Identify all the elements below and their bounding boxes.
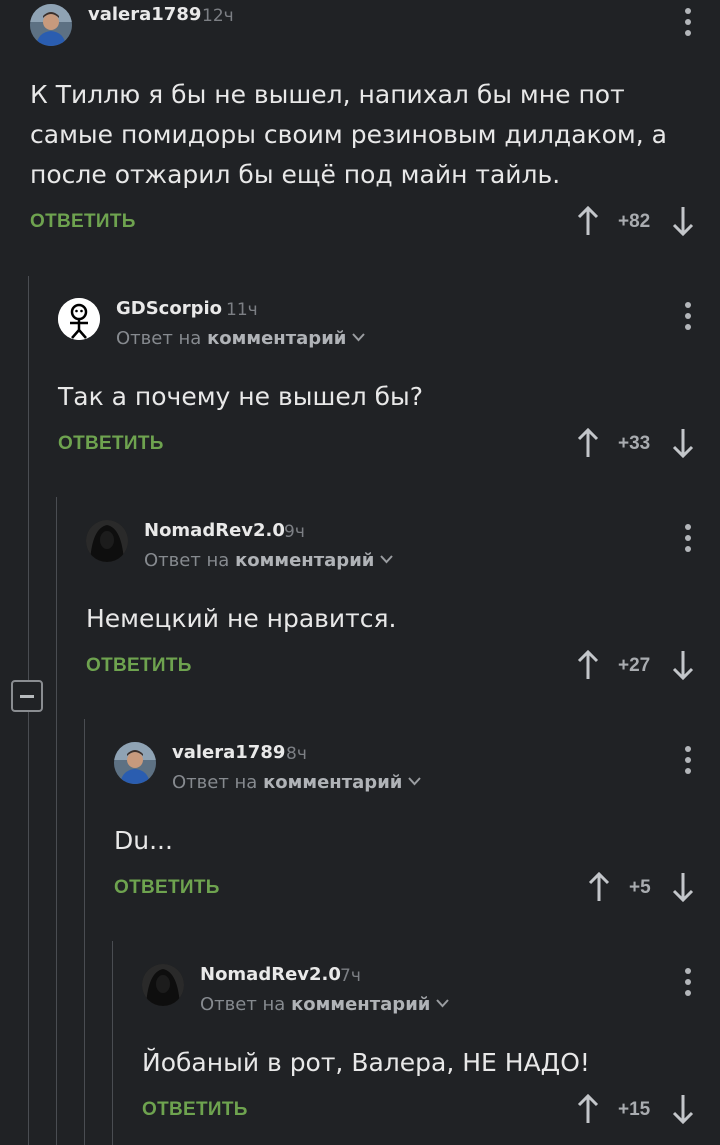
- rating: +15: [618, 1099, 651, 1120]
- arrow-up-icon[interactable]: [575, 649, 601, 681]
- reply-to-target: комментарий: [235, 550, 375, 571]
- timestamp: 11ч: [226, 300, 258, 320]
- more-options-icon[interactable]: [684, 968, 692, 998]
- chevron-down-icon: [380, 555, 394, 564]
- comment-text: Йобаный в рот, Валера, НЕ НАДО!: [142, 1048, 590, 1077]
- reply-to-link[interactable]: Ответ на комментарий: [200, 994, 450, 1015]
- reply-to-target: комментарий: [207, 328, 347, 349]
- avatar[interactable]: [142, 964, 184, 1006]
- comment: valera1789 12ч К Тиллю я бы не вышел, на…: [30, 2, 720, 252]
- arrow-up-icon[interactable]: [575, 205, 601, 237]
- comment: GDScorpio 11ч Ответ на комментарий Так а…: [58, 296, 720, 476]
- reply-to-prefix: Ответ на: [116, 328, 202, 349]
- reply-button[interactable]: ОТВЕТИТЬ: [142, 1099, 248, 1121]
- avatar[interactable]: [86, 520, 128, 562]
- comment-header: valera1789 12ч: [30, 2, 720, 46]
- reply-button[interactable]: ОТВЕТИТЬ: [30, 211, 136, 233]
- reply-to-link[interactable]: Ответ на комментарий: [144, 550, 394, 571]
- comment: valera1789 8ч Ответ на комментарий Du...…: [114, 740, 720, 920]
- thread-line-level-3: [84, 719, 85, 1145]
- chevron-down-icon: [436, 999, 450, 1008]
- more-options-icon[interactable]: [684, 524, 692, 554]
- reply-to-prefix: Ответ на: [144, 550, 230, 571]
- collapse-thread-button[interactable]: [11, 680, 43, 712]
- username[interactable]: NomadRev2.0: [144, 520, 285, 541]
- chevron-down-icon: [352, 333, 366, 342]
- timestamp: 7ч: [340, 966, 361, 986]
- comment: NomadRev2.0 9ч Ответ на комментарий Неме…: [86, 518, 720, 698]
- rating: +5: [629, 877, 651, 898]
- thread-line-level-2: [56, 497, 57, 1145]
- timestamp: 12ч: [202, 6, 234, 26]
- avatar[interactable]: [114, 742, 156, 784]
- minus-icon: [20, 695, 34, 698]
- reply-button[interactable]: ОТВЕТИТЬ: [114, 877, 220, 899]
- arrow-up-icon[interactable]: [575, 1093, 601, 1125]
- reply-button[interactable]: ОТВЕТИТЬ: [58, 433, 164, 455]
- thread-line-level-4: [112, 941, 113, 1145]
- reply-to-link[interactable]: Ответ на комментарий: [172, 772, 422, 793]
- comment: NomadRev2.0 7ч Ответ на комментарий Йоба…: [142, 962, 720, 1142]
- comment-text: К Тиллю я бы не вышел, напихал бы мне по…: [30, 80, 667, 189]
- avatar[interactable]: [58, 298, 100, 340]
- reply-to-target: комментарий: [291, 994, 431, 1015]
- comment-header: NomadRev2.0 7ч Ответ на комментарий: [142, 962, 720, 1015]
- chevron-down-icon: [408, 777, 422, 786]
- comment-header: GDScorpio 11ч Ответ на комментарий: [58, 296, 720, 349]
- arrow-down-icon[interactable]: [670, 205, 696, 237]
- rating: +82: [618, 211, 651, 232]
- username[interactable]: valera1789: [172, 742, 285, 763]
- reply-to-target: комментарий: [263, 772, 403, 793]
- arrow-up-icon[interactable]: [575, 427, 601, 459]
- reply-button[interactable]: ОТВЕТИТЬ: [86, 655, 192, 677]
- more-options-icon[interactable]: [684, 746, 692, 776]
- username[interactable]: NomadRev2.0: [200, 964, 341, 985]
- reply-to-link[interactable]: Ответ на комментарий: [116, 328, 366, 349]
- reply-to-prefix: Ответ на: [172, 772, 258, 793]
- arrow-down-icon[interactable]: [670, 427, 696, 459]
- arrow-up-icon[interactable]: [586, 871, 612, 903]
- timestamp: 8ч: [286, 744, 307, 764]
- username[interactable]: GDScorpio: [116, 298, 222, 319]
- timestamp: 9ч: [284, 522, 305, 542]
- arrow-down-icon[interactable]: [670, 1093, 696, 1125]
- comment-header: NomadRev2.0 9ч Ответ на комментарий: [86, 518, 720, 571]
- comment-text: Немецкий не нравится.: [86, 604, 397, 633]
- more-options-icon[interactable]: [684, 8, 692, 38]
- avatar[interactable]: [30, 4, 72, 46]
- reply-to-prefix: Ответ на: [200, 994, 286, 1015]
- rating: +27: [618, 655, 651, 676]
- comment-text: Du...: [114, 826, 173, 855]
- more-options-icon[interactable]: [684, 302, 692, 332]
- username[interactable]: valera1789: [88, 4, 201, 25]
- comment-header: valera1789 8ч Ответ на комментарий: [114, 740, 720, 793]
- comment-text: Так а почему не вышел бы?: [58, 382, 424, 411]
- arrow-down-icon[interactable]: [670, 649, 696, 681]
- arrow-down-icon[interactable]: [670, 871, 696, 903]
- rating: +33: [618, 433, 651, 454]
